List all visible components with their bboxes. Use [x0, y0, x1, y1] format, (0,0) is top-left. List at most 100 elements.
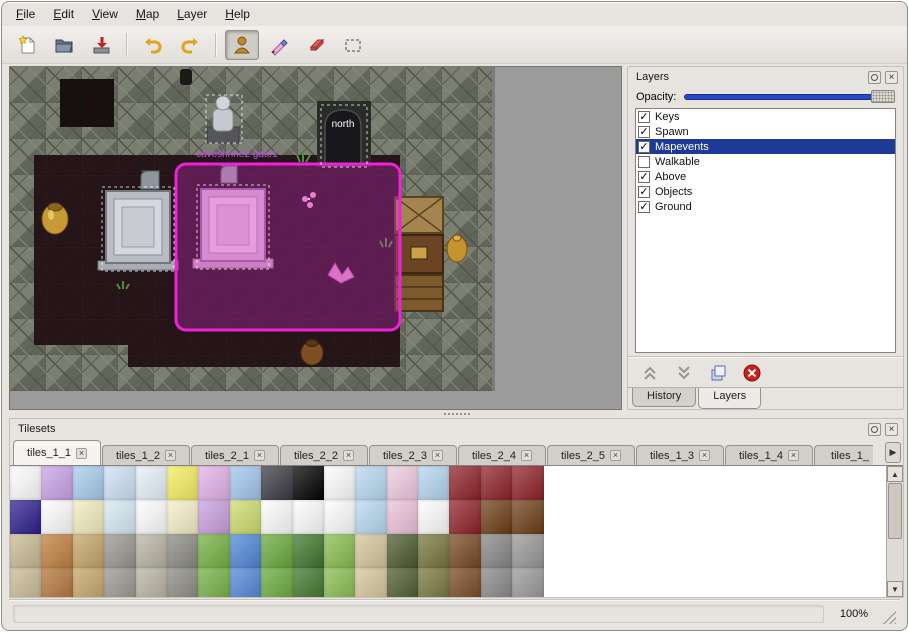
selection-region[interactable] [176, 164, 400, 330]
palette-tile[interactable] [198, 534, 229, 568]
open-button[interactable] [47, 30, 81, 60]
palette-tile[interactable] [136, 568, 167, 597]
raise-layer-button[interactable] [640, 363, 660, 383]
stamp-tool-button[interactable] [225, 30, 259, 60]
layer-row-mapevents[interactable]: ✓Mapevents [636, 139, 895, 154]
palette-tile[interactable] [261, 500, 292, 534]
palette-tile[interactable] [73, 568, 104, 597]
palette-tile[interactable] [481, 568, 512, 597]
map-canvas[interactable]: north caveshrine2 gate1 [9, 66, 622, 410]
palette-tile[interactable] [167, 500, 198, 534]
layer-visibility-checkbox[interactable]: ✓ [638, 111, 650, 123]
tile-palette[interactable] [10, 466, 544, 597]
palette-tile[interactable] [73, 466, 104, 500]
palette-tile[interactable] [261, 568, 292, 597]
palette-tile[interactable] [167, 534, 198, 568]
tab-close-icon[interactable]: × [76, 448, 87, 459]
palette-tile[interactable] [293, 534, 324, 568]
undo-button[interactable] [136, 30, 170, 60]
tileset-tab-tiles_1_4[interactable]: tiles_1_4× [725, 445, 813, 465]
palette-tile[interactable] [512, 500, 543, 534]
palette-tile[interactable] [324, 466, 355, 500]
redo-button[interactable] [173, 30, 207, 60]
palette-tile[interactable] [418, 568, 449, 597]
dock-tab-layers[interactable]: Layers [698, 388, 761, 409]
palette-tile[interactable] [449, 568, 480, 597]
palette-tile[interactable] [167, 568, 198, 597]
palette-tile[interactable] [10, 466, 41, 500]
palette-tile[interactable] [104, 568, 135, 597]
close-panel-icon[interactable]: × [885, 71, 898, 84]
palette-tile[interactable] [261, 466, 292, 500]
layer-visibility-checkbox[interactable] [638, 156, 650, 168]
palette-tile[interactable] [10, 568, 41, 597]
palette-tile[interactable] [73, 534, 104, 568]
layer-row-above[interactable]: ✓Above [636, 169, 895, 184]
palette-tile[interactable] [293, 466, 324, 500]
palette-tile[interactable] [230, 500, 261, 534]
palette-tile[interactable] [324, 568, 355, 597]
palette-tile[interactable] [481, 534, 512, 568]
menu-item-view[interactable]: View [84, 4, 126, 24]
tab-scroll-right-button[interactable]: ▶ [885, 442, 901, 463]
float-panel-icon[interactable] [868, 423, 881, 436]
gray-door[interactable] [98, 191, 178, 270]
palette-tile[interactable] [387, 534, 418, 568]
tombstone[interactable] [141, 171, 159, 189]
palette-tile[interactable] [418, 500, 449, 534]
palette-tile[interactable] [41, 500, 72, 534]
layer-row-objects[interactable]: ✓Objects [636, 184, 895, 199]
tileset-tab-tiles_2_2[interactable]: tiles_2_2× [280, 445, 368, 465]
duplicate-layer-button[interactable] [708, 363, 728, 383]
north-door[interactable] [317, 101, 371, 167]
menu-item-layer[interactable]: Layer [169, 4, 215, 24]
menu-item-map[interactable]: Map [128, 4, 167, 24]
scroll-down-icon[interactable]: ▼ [887, 581, 903, 597]
layer-visibility-checkbox[interactable]: ✓ [638, 201, 650, 213]
palette-tile[interactable] [512, 534, 543, 568]
tab-close-icon[interactable]: × [521, 450, 532, 461]
palette-tile[interactable] [230, 534, 261, 568]
tileset-tab-tiles_2_5[interactable]: tiles_2_5× [547, 445, 635, 465]
tab-close-icon[interactable]: × [699, 450, 710, 461]
palette-tile[interactable] [198, 466, 229, 500]
palette-tile[interactable] [104, 534, 135, 568]
palette-tile[interactable] [41, 534, 72, 568]
palette-tile[interactable] [449, 534, 480, 568]
golden-pot[interactable] [42, 203, 68, 234]
palette-scrollbar[interactable]: ▲ ▼ [886, 466, 903, 597]
opacity-slider[interactable] [684, 89, 895, 104]
tileset-tab-tiles_2_3[interactable]: tiles_2_3× [369, 445, 457, 465]
delete-layer-button[interactable] [742, 363, 762, 383]
layer-visibility-checkbox[interactable]: ✓ [638, 126, 650, 138]
palette-tile[interactable] [324, 534, 355, 568]
palette-tile[interactable] [355, 500, 386, 534]
palette-tile[interactable] [418, 466, 449, 500]
palette-tile[interactable] [136, 500, 167, 534]
palette-tile[interactable] [104, 466, 135, 500]
palette-tile[interactable] [355, 534, 386, 568]
layer-visibility-checkbox[interactable]: ✓ [638, 171, 650, 183]
save-button[interactable] [84, 30, 118, 60]
tileset-tab-tiles_2_1[interactable]: tiles_2_1× [191, 445, 279, 465]
layer-list[interactable]: ✓Keys✓Spawn✓Mapevents Walkable✓Above✓Obj… [635, 108, 896, 353]
select-tool-button[interactable] [336, 30, 370, 60]
palette-tile[interactable] [261, 534, 292, 568]
scroll-up-icon[interactable]: ▲ [887, 466, 903, 482]
tab-close-icon[interactable]: × [788, 450, 799, 461]
scroll-thumb[interactable] [888, 483, 902, 539]
dock-tab-history[interactable]: History [632, 388, 696, 407]
new-file-button[interactable] [10, 30, 44, 60]
tileset-tab-tiles_1_3[interactable]: tiles_1_3× [636, 445, 724, 465]
resize-grip[interactable] [882, 610, 896, 624]
palette-tile[interactable] [73, 500, 104, 534]
slider-handle[interactable] [871, 90, 895, 103]
golden-ewer[interactable] [447, 235, 467, 262]
map-view[interactable]: north caveshrine2 gate1 [10, 67, 621, 409]
crates[interactable] [395, 197, 443, 311]
palette-tile[interactable] [481, 466, 512, 500]
palette-tile[interactable] [355, 466, 386, 500]
layer-row-keys[interactable]: ✓Keys [636, 109, 895, 124]
horizontal-splitter[interactable] [9, 410, 904, 418]
menu-item-file[interactable]: File [8, 4, 43, 24]
